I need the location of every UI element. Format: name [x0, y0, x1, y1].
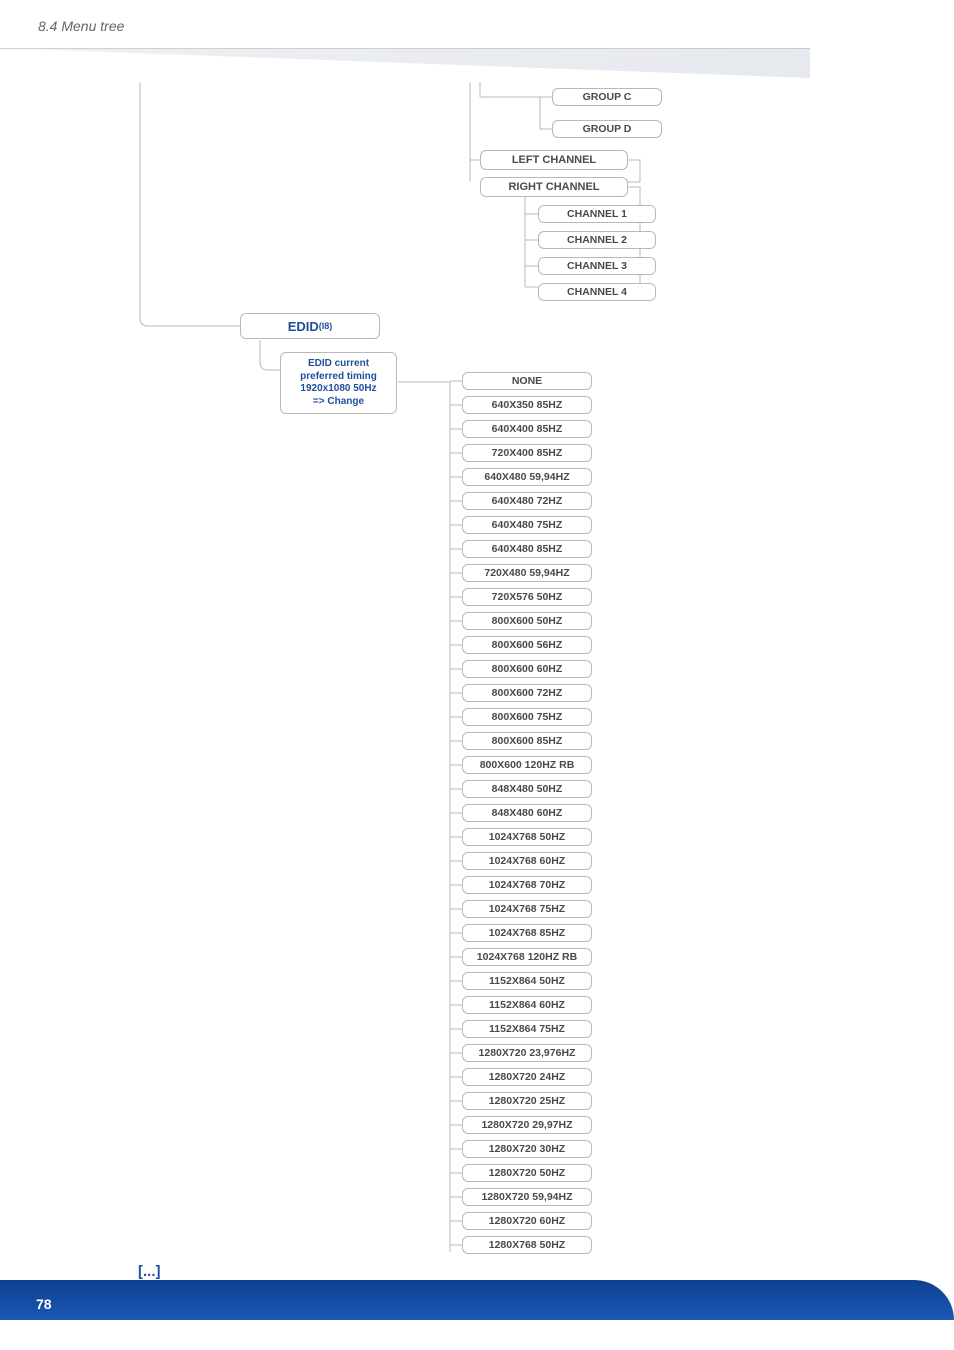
edid-sup: (I8): [319, 321, 333, 331]
edid-label: EDID: [288, 319, 319, 334]
timing-node: 800X600 60HZ: [462, 660, 592, 678]
timing-node: 1024X768 70HZ: [462, 876, 592, 894]
timing-node: 1280X720 29,97HZ: [462, 1116, 592, 1134]
menu-tree-diagram: GROUP C GROUP D LEFT CHANNEL RIGHT CHANN…: [130, 82, 914, 1260]
timing-node: 1280X720 25HZ: [462, 1092, 592, 1110]
page-header: 8.4 Menu tree: [38, 18, 954, 34]
timing-node: 800X600 50HZ: [462, 612, 592, 630]
timing-node: 720X480 59,94HZ: [462, 564, 592, 582]
continued-marker: [...]: [138, 1263, 161, 1280]
timing-node: 1024X768 85HZ: [462, 924, 592, 942]
header-rule: [0, 48, 810, 54]
timing-node: 720X400 85HZ: [462, 444, 592, 462]
timing-node: 1280X720 24HZ: [462, 1068, 592, 1086]
page: 8.4 Menu tree: [0, 0, 954, 1350]
timing-node: 1280X720 60HZ: [462, 1212, 592, 1230]
node-channel-1: CHANNEL 1: [538, 205, 656, 223]
timing-node: 1024X768 75HZ: [462, 900, 592, 918]
node-right-channel: RIGHT CHANNEL: [480, 177, 628, 197]
timing-node: 640X480 85HZ: [462, 540, 592, 558]
timing-node: 720X576 50HZ: [462, 588, 592, 606]
timing-node: 1152X864 60HZ: [462, 996, 592, 1014]
timing-node: 1280X720 23,976HZ: [462, 1044, 592, 1062]
timing-node: 640X400 85HZ: [462, 420, 592, 438]
page-number: 78: [36, 1296, 52, 1312]
node-group-d: GROUP D: [552, 120, 662, 138]
node-channel-4: CHANNEL 4: [538, 283, 656, 301]
timing-node: 640X480 59,94HZ: [462, 468, 592, 486]
timing-node: 1280X720 59,94HZ: [462, 1188, 592, 1206]
timing-node: 1024X768 60HZ: [462, 852, 592, 870]
timing-node: 800X600 72HZ: [462, 684, 592, 702]
edid-line3: 1920x1080 50Hz: [300, 383, 376, 396]
timing-node: 1152X864 75HZ: [462, 1020, 592, 1038]
node-channel-2: CHANNEL 2: [538, 231, 656, 249]
timing-node: 1024X768 50HZ: [462, 828, 592, 846]
timing-node: 1152X864 50HZ: [462, 972, 592, 990]
timing-node: 1280X720 50HZ: [462, 1164, 592, 1182]
timing-node: 1280X768 50HZ: [462, 1236, 592, 1254]
edid-line1: EDID current: [308, 358, 369, 371]
timing-node: 800X600 85HZ: [462, 732, 592, 750]
timing-node: NONE: [462, 372, 592, 390]
timing-node: 640X480 72HZ: [462, 492, 592, 510]
timing-node: 800X600 56HZ: [462, 636, 592, 654]
edid-line4: => Change: [313, 396, 364, 409]
timing-node: 640X350 85HZ: [462, 396, 592, 414]
section-title: 8.4 Menu tree: [38, 18, 954, 34]
node-edid-current: EDID current preferred timing 1920x1080 …: [280, 352, 397, 414]
timing-node: 640X480 75HZ: [462, 516, 592, 534]
timing-node: 800X600 120HZ RB: [462, 756, 592, 774]
node-group-c: GROUP C: [552, 88, 662, 106]
node-left-channel: LEFT CHANNEL: [480, 150, 628, 170]
footer-bar: [0, 1280, 954, 1320]
timing-node: 1024X768 120HZ RB: [462, 948, 592, 966]
timing-node: 848X480 50HZ: [462, 780, 592, 798]
timing-node: 1280X720 30HZ: [462, 1140, 592, 1158]
node-edid: EDID(I8): [240, 313, 380, 339]
timing-node: 800X600 75HZ: [462, 708, 592, 726]
node-channel-3: CHANNEL 3: [538, 257, 656, 275]
edid-line2: preferred timing: [300, 371, 377, 384]
timing-node: 848X480 60HZ: [462, 804, 592, 822]
